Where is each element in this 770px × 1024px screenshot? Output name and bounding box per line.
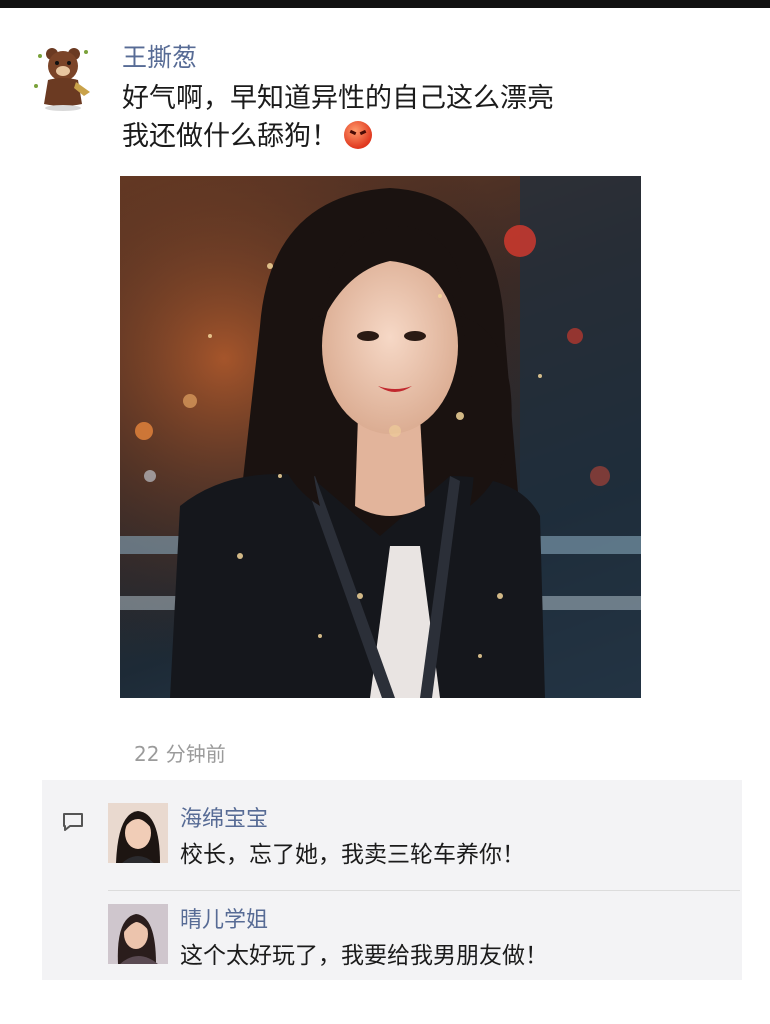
comment-item[interactable]: 晴儿学姐 这个太好玩了，我要给我男朋友做！: [108, 902, 708, 969]
commenter-avatar[interactable]: [108, 904, 168, 964]
author-avatar[interactable]: [28, 42, 100, 114]
commenter-name[interactable]: 海绵宝宝: [180, 801, 268, 833]
comment-bubble-icon: [63, 813, 83, 831]
post-text-line-2: 我还做什么舔狗！: [122, 118, 554, 156]
comment-text: 校长，忘了她，我卖三轮车养你！: [180, 842, 525, 868]
comment-text: 这个太好玩了，我要给我男朋友做！: [180, 943, 548, 969]
post-text-line-1: 好气啊，早知道异性的自己这么漂亮: [122, 83, 554, 114]
status-bar: [0, 0, 770, 8]
post-timestamp: 22 分钟前: [134, 742, 226, 766]
comment-divider: [108, 890, 740, 891]
post-text-line-2-text: 我还做什么舔狗！: [122, 121, 338, 152]
angry-face-emoji-icon: [344, 121, 372, 149]
post-text: 好气啊，早知道异性的自己这么漂亮 我还做什么舔狗！: [122, 80, 554, 156]
commenter-name[interactable]: 晴儿学姐: [180, 902, 268, 934]
comment-item[interactable]: 海绵宝宝 校长，忘了她，我卖三轮车养你！: [108, 801, 708, 868]
post-photo[interactable]: [120, 176, 641, 698]
commenter-avatar[interactable]: [108, 803, 168, 863]
author-name[interactable]: 王撕葱: [122, 38, 197, 74]
